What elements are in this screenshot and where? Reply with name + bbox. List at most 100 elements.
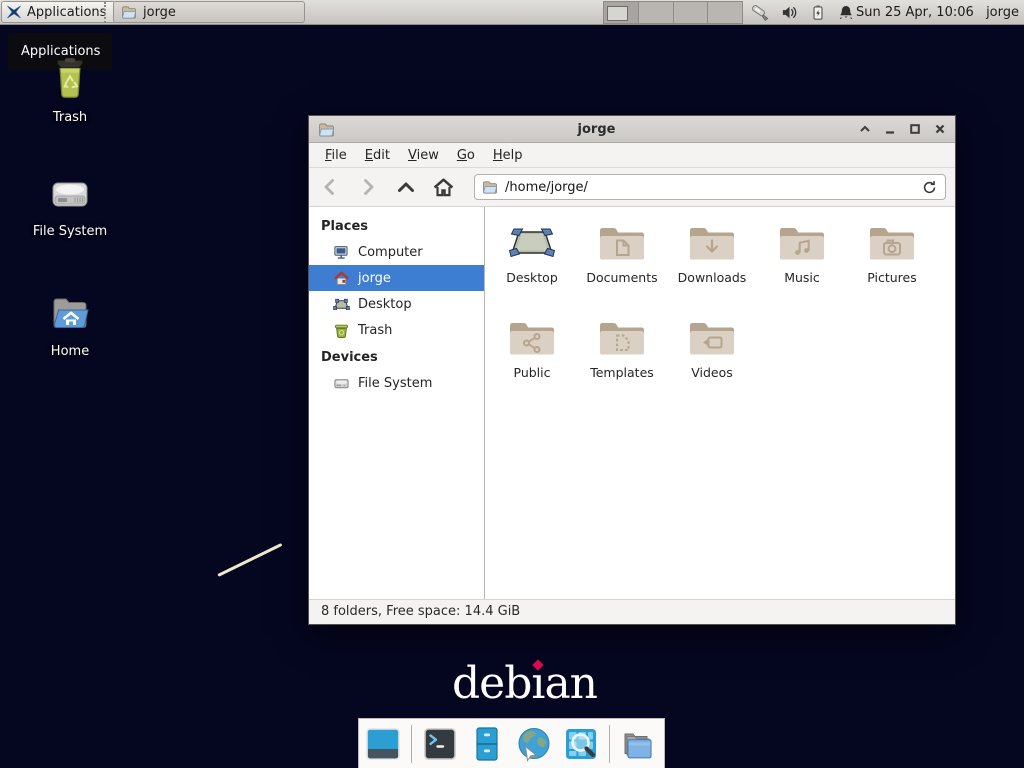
- maximize-button[interactable]: [908, 123, 921, 136]
- desktop-icon-label: Home: [22, 344, 118, 359]
- minimize-button[interactable]: [883, 123, 896, 136]
- file-manager-icon[interactable]: [619, 725, 657, 763]
- file-item-label: Music: [784, 270, 820, 285]
- file-view[interactable]: Desktop Documents: [485, 207, 955, 599]
- trash-icon: [333, 322, 350, 339]
- folder-downloads-icon: [686, 221, 738, 263]
- sidebar-item-jorge[interactable]: jorge: [309, 265, 484, 291]
- file-cabinet-icon[interactable]: [468, 725, 506, 763]
- desktop-root: { "colors": { "desktop_bg": "#050620", "…: [0, 0, 1024, 768]
- taskbar-window-button[interactable]: jorge: [113, 1, 305, 23]
- sidebar-item-computer[interactable]: Computer: [309, 239, 484, 265]
- desktop-artifact-line: [217, 543, 282, 577]
- desktop-icon-file-system[interactable]: File System: [22, 170, 118, 239]
- file-item-label: Downloads: [678, 270, 747, 285]
- desktop-icon: [333, 296, 350, 313]
- sidebar-item-label: Desktop: [358, 297, 412, 312]
- battery-icon[interactable]: [809, 3, 827, 22]
- devices-header: Devices: [309, 343, 484, 370]
- window-title: jorge: [335, 122, 858, 137]
- desktop-icon-label: Trash: [22, 110, 118, 125]
- system-tray: [750, 0, 855, 25]
- file-item-label: Desktop: [506, 270, 558, 285]
- status-bar: 8 folders, Free space: 14.4 GiB: [309, 599, 955, 624]
- file-item-label: Public: [514, 365, 551, 380]
- xfce-applications-icon: [6, 4, 22, 20]
- places-sidebar: Places Computer: [309, 207, 485, 599]
- path-text[interactable]: /home/jorge/: [505, 180, 588, 195]
- workspace-2[interactable]: [639, 1, 674, 24]
- path-bar[interactable]: /home/jorge/: [474, 174, 946, 200]
- panel-clock[interactable]: Sun 25 Apr, 10:06: [856, 0, 974, 25]
- applications-menu-label: Applications: [27, 5, 106, 20]
- close-button[interactable]: [933, 123, 946, 136]
- path-folder-icon: [482, 179, 498, 195]
- folder-public-icon: [506, 316, 558, 358]
- workspace-3[interactable]: [674, 1, 709, 24]
- file-item-label: Templates: [590, 365, 654, 380]
- show-desktop-icon[interactable]: [364, 725, 402, 763]
- desktop-special-icon: [506, 221, 558, 263]
- dock-separator: [609, 725, 610, 763]
- menu-help[interactable]: Help: [484, 145, 532, 166]
- workspace-pager: [603, 1, 743, 24]
- file-item-documents[interactable]: Documents: [577, 221, 667, 316]
- toolbar: /home/jorge/: [309, 168, 955, 207]
- up-button[interactable]: [394, 176, 417, 199]
- applications-menu-button[interactable]: Applications: [1, 1, 116, 23]
- folder-videos-icon: [686, 316, 738, 358]
- sidebar-item-desktop[interactable]: Desktop: [309, 291, 484, 317]
- workspace-1[interactable]: [603, 1, 639, 24]
- file-item-templates[interactable]: Templates: [577, 316, 667, 411]
- file-item-public[interactable]: Public: [487, 316, 577, 411]
- file-item-downloads[interactable]: Downloads: [667, 221, 757, 316]
- shade-button[interactable]: [858, 123, 871, 136]
- application-finder-icon[interactable]: [562, 725, 600, 763]
- file-item-desktop[interactable]: Desktop: [487, 221, 577, 316]
- window-titlebar[interactable]: jorge: [309, 116, 955, 143]
- menu-go[interactable]: Go: [448, 145, 484, 166]
- web-browser-icon[interactable]: [515, 725, 553, 763]
- file-item-videos[interactable]: Videos: [667, 316, 757, 411]
- reload-icon[interactable]: [921, 179, 938, 196]
- status-text: 8 folders, Free space: 14.4 GiB: [321, 604, 520, 619]
- back-button[interactable]: [318, 176, 341, 199]
- folder-music-icon: [776, 221, 828, 263]
- hard-drive-icon: [22, 170, 118, 218]
- file-item-label: Documents: [586, 270, 657, 285]
- desktop-icon-trash[interactable]: Trash: [22, 54, 118, 125]
- volume-icon[interactable]: [780, 3, 799, 22]
- debian-logo-text: deb: [452, 658, 531, 709]
- places-header: Places: [309, 212, 484, 239]
- workspace-window-preview: [607, 6, 628, 21]
- window-folder-icon: [318, 121, 335, 138]
- folder-pictures-icon: [866, 221, 918, 263]
- desktop-icon-home[interactable]: Home: [22, 290, 118, 359]
- home-button[interactable]: [432, 176, 455, 199]
- debian-logo-text: an: [544, 658, 597, 709]
- sidebar-item-label: File System: [358, 376, 432, 391]
- taskbar-window-label: jorge: [143, 5, 176, 20]
- notifications-bell-icon[interactable]: [837, 3, 855, 22]
- file-item-pictures[interactable]: Pictures: [847, 221, 937, 316]
- computer-icon: [333, 244, 350, 261]
- folder-templates-icon: [596, 316, 648, 358]
- bottom-dock: [358, 718, 665, 768]
- sidebar-item-trash[interactable]: Trash: [309, 317, 484, 343]
- file-item-music[interactable]: Music: [757, 221, 847, 316]
- home-folder-icon: [22, 290, 118, 338]
- stylus-icon[interactable]: [750, 3, 770, 23]
- sidebar-item-file-system[interactable]: File System: [309, 370, 484, 396]
- taskbar-folder-icon: [121, 4, 137, 20]
- file-item-label: Videos: [691, 365, 733, 380]
- desktop-icon-label: File System: [22, 224, 118, 239]
- terminal-icon[interactable]: [421, 725, 459, 763]
- menu-edit[interactable]: Edit: [356, 145, 399, 166]
- menu-file[interactable]: File: [316, 145, 356, 166]
- forward-button[interactable]: [356, 176, 379, 199]
- panel-handle[interactable]: [104, 2, 110, 23]
- file-manager-window: jorge File Edit View Go Help: [308, 115, 956, 625]
- workspace-4[interactable]: [708, 1, 743, 24]
- menu-view[interactable]: View: [399, 145, 448, 166]
- top-panel: Applications jorge: [0, 0, 1024, 25]
